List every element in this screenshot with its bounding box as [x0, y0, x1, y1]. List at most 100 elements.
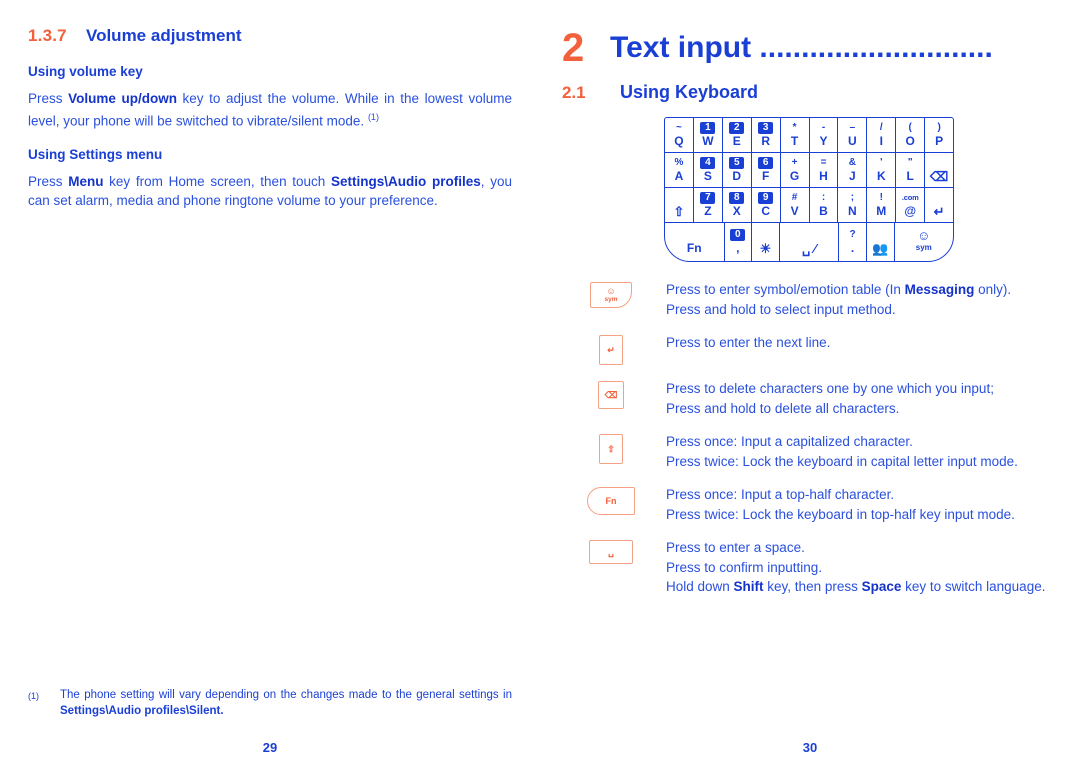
key-top-label: 0 — [730, 229, 746, 241]
key-bottom-label: A — [674, 169, 684, 183]
keyboard-row: % A 4 S 5 D 6 F + G = H & J ' K " L ⌫ — [665, 153, 953, 188]
key-l[interactable]: " L — [896, 153, 926, 188]
legend-line: Hold down Shift key, then press Space ke… — [666, 579, 1046, 594]
key-bottom-label: S — [703, 169, 712, 183]
key-k[interactable]: ' K — [867, 153, 897, 188]
legend-line: Press twice: Lock the keyboard in top-ha… — [666, 506, 1015, 522]
key-a[interactable]: % A — [665, 153, 694, 188]
key-p[interactable]: ) P — [925, 118, 953, 153]
footnote-text: The phone setting will vary depending on… — [60, 687, 512, 719]
enter-key[interactable]: ↵ — [925, 188, 953, 223]
key-bottom-label: ␣ ⁄ — [801, 240, 817, 256]
key-top-label: 2 — [729, 122, 745, 134]
key-w[interactable]: 1W — [693, 118, 723, 153]
key-top-label: " — [907, 157, 913, 168]
key-bottom-label: ⌫ — [929, 168, 949, 184]
legend-line: Press to confirm inputting. — [666, 559, 823, 575]
legend-line: Press and hold to select input method. — [666, 301, 896, 317]
key-top-label: ; — [850, 192, 855, 203]
key-i[interactable]: / I — [867, 118, 897, 153]
section-title: Volume adjustment — [86, 26, 242, 45]
key-bottom-label: @ — [904, 204, 917, 218]
key-bottom-label: X — [732, 204, 741, 218]
chapter-heading: 2 Text input ...........................… — [562, 28, 1060, 68]
sym-key[interactable]: ☺ sym — [895, 223, 954, 261]
key-c[interactable]: 9C — [751, 188, 781, 223]
key-top-label: ! — [879, 192, 883, 203]
key-.[interactable]: ?. — [839, 223, 867, 261]
key-bottom-label: M — [876, 204, 887, 218]
key-n[interactable]: ; N — [838, 188, 868, 223]
key-g[interactable]: + G — [780, 153, 810, 188]
key-y[interactable]: -Y — [809, 118, 839, 153]
key-bottom-label: E — [732, 134, 741, 148]
key-top-label: 1 — [700, 122, 716, 134]
key-v[interactable]: # V — [780, 188, 810, 223]
key-d[interactable]: 5D — [722, 153, 752, 188]
key-bottom-label: J — [849, 169, 856, 183]
key-bottom-label: . — [850, 241, 855, 255]
key-bottom-label: G — [789, 169, 800, 183]
key-bottom-label: ↵ — [933, 203, 945, 219]
key-j[interactable]: & J — [838, 153, 868, 188]
section-number: 1.3.7 — [28, 26, 67, 45]
footnote-ref: (1) — [367, 112, 379, 122]
legend-description: Press once: Input a capitalized characte… — [666, 432, 1060, 471]
key-top-label: ) — [937, 122, 941, 133]
key-q[interactable]: ~ Q — [665, 118, 694, 153]
para2-lead: Press — [28, 173, 69, 189]
key-top-label: 7 — [700, 192, 716, 204]
left-page: 1.3.7 Volume adjustment Using volume key… — [0, 0, 540, 767]
para1-lead: Press — [28, 91, 69, 106]
key-e[interactable]: 2E — [722, 118, 752, 153]
key-r[interactable]: 3R — [751, 118, 781, 153]
key-number-badge: 6 — [758, 157, 774, 169]
lamp-key[interactable]: ☀ — [752, 223, 780, 261]
key-bottom-label: C — [761, 204, 770, 218]
paragraph-volume-key: Press Volume up/down key to adjust the v… — [28, 89, 512, 131]
key-h[interactable]: = H — [809, 153, 839, 188]
key-fn[interactable]: Fn — [665, 223, 725, 261]
key-top-label: ~ — [676, 122, 682, 133]
legend-icon-glyph: Fn — [605, 495, 617, 506]
legend-key-cell: ⇧ — [556, 432, 666, 464]
key-t[interactable]: * T — [780, 118, 810, 153]
key-u[interactable]: – U — [838, 118, 868, 153]
footnote-text-a: The phone setting will vary depending on… — [60, 689, 512, 701]
key-@[interactable]: .com @ — [896, 188, 926, 223]
key-s[interactable]: 4S — [693, 153, 723, 188]
key-number-badge: 5 — [729, 157, 745, 169]
key-x[interactable]: 8X — [722, 188, 752, 223]
key-bottom-label: Y — [819, 134, 828, 148]
footnote-marker: (1) — [28, 691, 39, 701]
legend-description: Press to enter a space. Press to confirm … — [666, 538, 1060, 597]
key-f[interactable]: 6F — [751, 153, 781, 188]
legend-row: ↵ Press to enter the next line. — [556, 333, 1060, 365]
key-legend-list: ☺ sym Press to enter symbol/emotion table … — [556, 280, 1060, 597]
key-b[interactable]: :B — [809, 188, 839, 223]
key-top-label: & — [848, 157, 856, 168]
key-number-badge: 1 — [700, 122, 716, 134]
key-bottom-label: 👥 — [872, 240, 889, 256]
contacts-key[interactable]: 👥 — [867, 223, 895, 261]
legend-line: Press twice: Lock the keyboard in capita… — [666, 453, 1018, 469]
space-key[interactable]: ␣ ⁄ — [780, 223, 840, 261]
key-top-label: 5 — [729, 157, 745, 169]
key-,[interactable]: 0, — [725, 223, 753, 261]
key-top-label: 3 — [758, 122, 774, 134]
key-m[interactable]: ! M — [867, 188, 897, 223]
key-bottom-label: K — [876, 169, 886, 183]
key-top-label: ( — [908, 122, 912, 133]
right-page: 2 Text input ...........................… — [540, 0, 1080, 767]
section-title-using-keyboard: Using Keyboard — [620, 82, 759, 102]
key-number-badge: 4 — [700, 157, 716, 169]
shift-key[interactable]: ⇧ — [665, 188, 694, 223]
key-number-badge: 9 — [758, 192, 774, 204]
key-bottom-label: Fn — [686, 241, 702, 255]
key-z[interactable]: 7Z — [693, 188, 723, 223]
legend-key-cell: ⌫ — [556, 379, 666, 409]
section-heading-2-1: 2.1 Using Keyboard — [562, 82, 1060, 103]
delete-key[interactable]: ⌫ — [925, 153, 953, 188]
key-number-badge: 8 — [729, 192, 745, 204]
key-o[interactable]: (O — [896, 118, 926, 153]
